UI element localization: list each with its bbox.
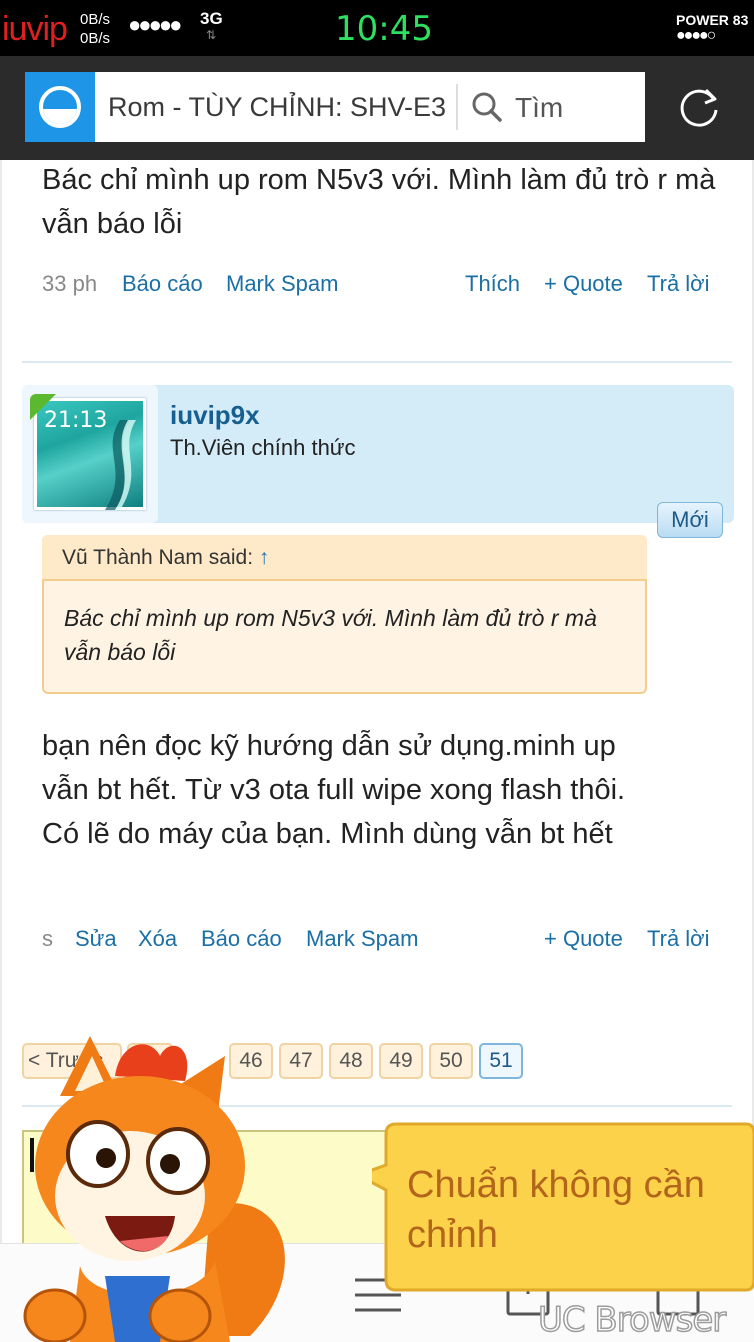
refresh-icon[interactable]	[676, 84, 722, 130]
network-type: 3G ⇅	[200, 10, 223, 44]
battery-icon: ●●●●○	[676, 27, 716, 44]
page-link[interactable]: 50	[429, 1043, 473, 1079]
quote-author: Vũ Thành Nam said:	[62, 546, 259, 569]
search-icon[interactable]	[472, 92, 502, 122]
address-divider	[456, 84, 458, 130]
quote-attribution: Vũ Thành Nam said: ↑	[62, 546, 269, 570]
post-time[interactable]: 33 ph	[42, 271, 97, 297]
speech-bubble-text: Chuẩn không cần chỉnh	[407, 1164, 705, 1256]
new-badge[interactable]: Mới	[657, 502, 723, 538]
uc-browser-watermark: UC Browser	[537, 1299, 727, 1341]
reply-link[interactable]: Trả lời	[647, 271, 710, 297]
uc-logo-icon	[39, 86, 81, 128]
mark-spam-link[interactable]: Mark Spam	[226, 271, 338, 297]
power-label: POWER 83	[676, 12, 749, 28]
carrier-name: iuvip	[2, 10, 68, 48]
quote-link[interactable]: + Quote	[544, 271, 623, 297]
edit-link[interactable]: Sửa	[75, 926, 117, 952]
clock: 10:45	[335, 9, 433, 49]
network-speed: 0B/s 0B/s	[80, 10, 110, 48]
current-page[interactable]: 51	[479, 1043, 523, 1079]
speed-down: 0B/s	[80, 30, 111, 47]
like-link[interactable]: Thích	[465, 271, 520, 297]
page-title[interactable]: Rom - TÙY CHỈNH: SHV-E3	[108, 92, 458, 123]
post-message: bạn nên đọc kỹ hướng dẫn sử dụng.minh up…	[42, 730, 626, 850]
post-divider	[22, 361, 732, 363]
username-link[interactable]: iuvip9x	[170, 400, 260, 431]
search-button[interactable]: Tìm	[515, 92, 563, 124]
mark-spam-link[interactable]: Mark Spam	[306, 926, 418, 952]
quote-link[interactable]: + Quote	[544, 926, 623, 952]
user-title: Th.Viên chính thức	[170, 435, 356, 460]
page-link[interactable]: 49	[379, 1043, 423, 1079]
page-link[interactable]: 48	[329, 1043, 373, 1079]
uc-squirrel-mascot-icon	[23, 1036, 285, 1342]
data-arrows-icon: ⇅	[206, 28, 217, 42]
post-message: Bác chỉ mình up rom N5v3 với. Mình làm đ…	[42, 164, 716, 240]
reply-link[interactable]: Trả lời	[647, 926, 710, 952]
quote-body: Bác chỉ mình up rom N5v3 với. Mình làm đ…	[64, 605, 597, 665]
signal-icon: ●●●●●	[128, 12, 182, 37]
report-link[interactable]: Báo cáo	[201, 926, 282, 952]
speed-up: 0B/s	[80, 11, 111, 28]
goto-quote-arrow-icon[interactable]: ↑	[259, 546, 270, 569]
delete-link[interactable]: Xóa	[138, 926, 177, 952]
report-link[interactable]: Báo cáo	[122, 271, 203, 297]
post-time[interactable]: s	[42, 926, 53, 952]
avatar-wave-graphic	[105, 420, 136, 510]
network-label: 3G	[200, 9, 223, 28]
